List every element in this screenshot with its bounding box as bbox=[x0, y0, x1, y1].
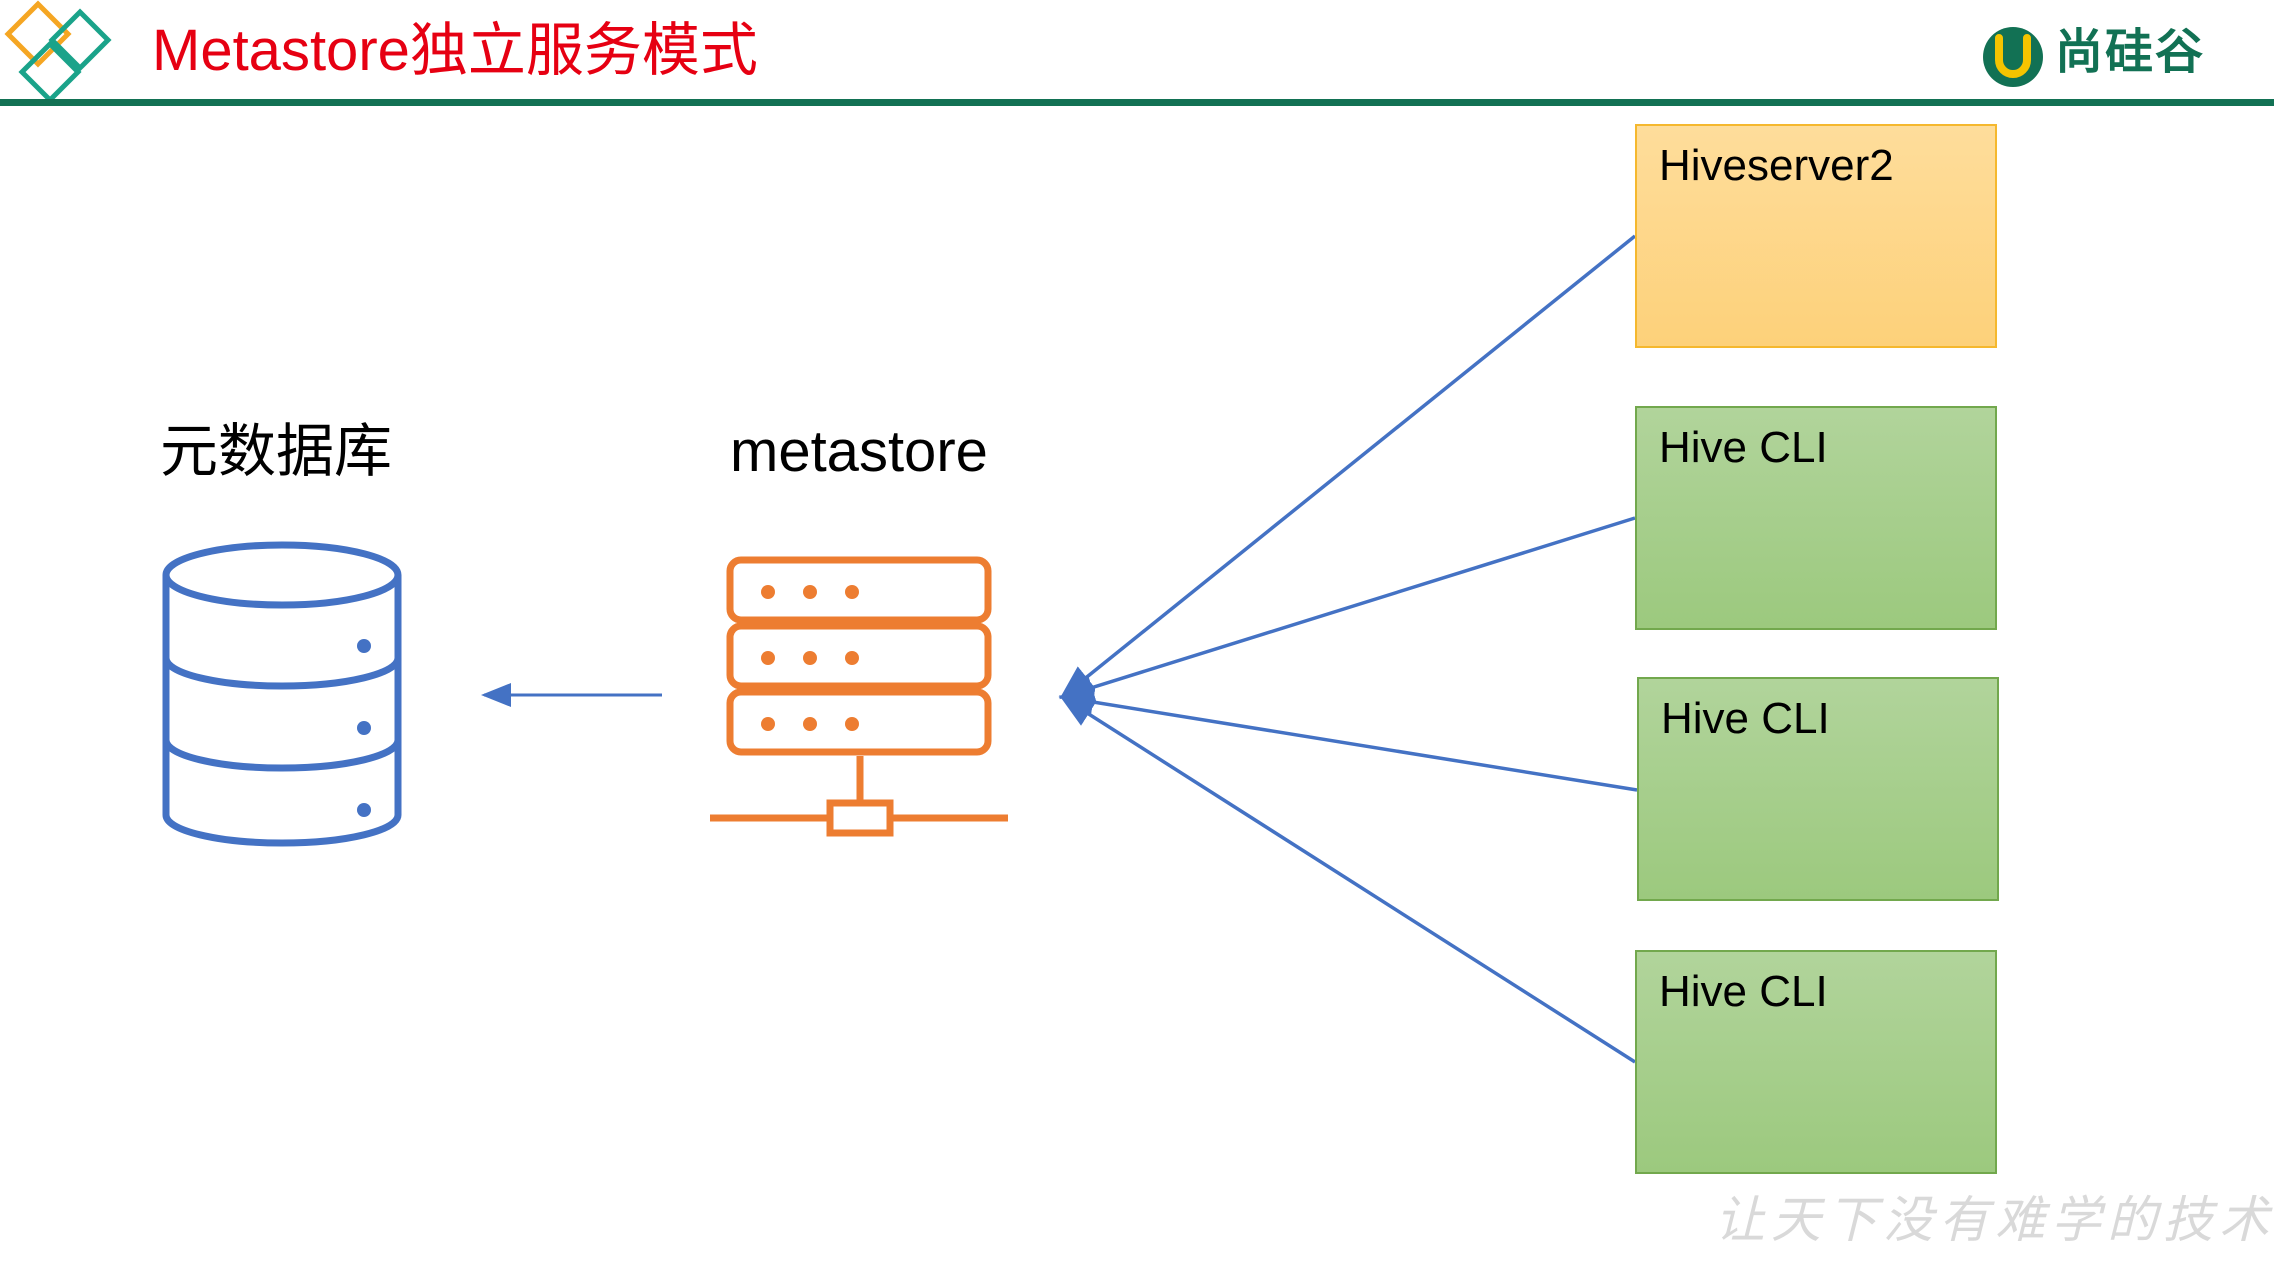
connector-hive-cli-2 bbox=[1058, 688, 1638, 792]
hive-cli-box-1: Hive CLI bbox=[1635, 406, 1997, 630]
client-label: Hive CLI bbox=[1661, 694, 1830, 743]
metastore-label: metastore bbox=[730, 419, 988, 484]
connector-hive-cli-1 bbox=[1058, 516, 1636, 701]
connector-hiveserver2 bbox=[1059, 234, 1637, 700]
database-label: 元数据库 bbox=[160, 419, 393, 484]
client-label: Hiveserver2 bbox=[1659, 141, 1894, 190]
client-label: Hive CLI bbox=[1659, 423, 1828, 472]
hiveserver2-box: Hiveserver2 bbox=[1635, 124, 1997, 348]
server-network-icon bbox=[710, 556, 1008, 837]
hive-cli-box-3: Hive CLI bbox=[1635, 950, 1997, 1174]
client-label: Hive CLI bbox=[1659, 967, 1828, 1016]
footer-slogan: 让天下没有难学的技术 bbox=[1715, 1191, 2274, 1249]
database-icon bbox=[162, 541, 402, 847]
hive-cli-box-2: Hive CLI bbox=[1637, 677, 1999, 901]
connector-hive-cli-3 bbox=[1059, 695, 1636, 1064]
